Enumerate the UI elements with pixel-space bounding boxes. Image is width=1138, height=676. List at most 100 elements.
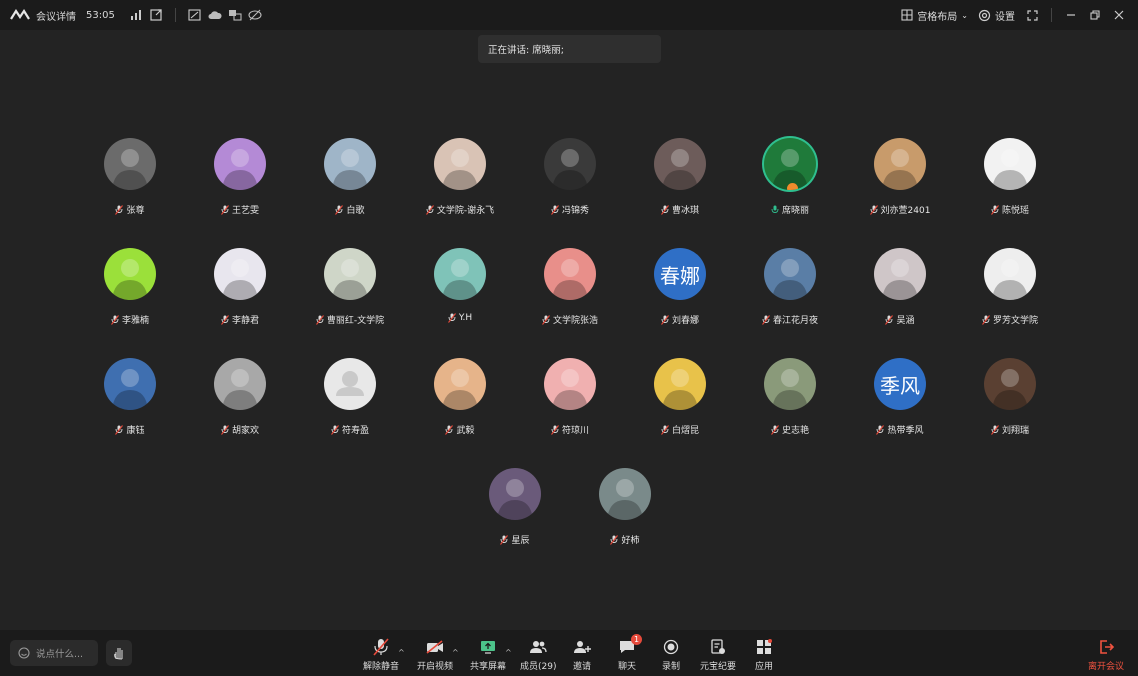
mic-muted-icon [551, 204, 559, 215]
avatar [434, 358, 486, 410]
participant-tile[interactable]: 白熠昆 [625, 358, 735, 448]
record-button[interactable]: 录制 [662, 638, 680, 672]
participant-name: 星辰 [511, 536, 530, 546]
participant-tile[interactable]: 刘亦萱2401 [845, 138, 955, 228]
avatar [599, 468, 651, 520]
participant-tile[interactable]: 白歌 [295, 138, 405, 228]
avatar [489, 468, 541, 520]
participant-name-line: 冯锦秀 [551, 203, 589, 216]
participant-tile[interactable]: 李静君 [185, 248, 295, 338]
avatar-photo-icon [607, 479, 643, 520]
avatar [984, 248, 1036, 300]
avatar-photo-icon [442, 369, 478, 410]
bottom-toolbar: 说点什么... 解除静音 ^ 开启视频 ^ 共享屏幕 ^ 成员(29) 邀请 1… [0, 630, 1138, 676]
avatar [104, 248, 156, 300]
unmute-button[interactable]: 解除静音 [363, 638, 399, 672]
participant-name-line: 热带季风 [876, 423, 924, 436]
participant-name-line: 武毅 [445, 423, 475, 436]
mic-muted-icon [315, 314, 324, 325]
leave-icon [1100, 640, 1114, 654]
participant-tile[interactable]: 冯锦秀 [515, 138, 625, 228]
avatar: 季风 [874, 358, 926, 410]
participant-tile[interactable]: 胡家欢 [185, 358, 295, 448]
mic-muted-icon [447, 313, 456, 323]
start-video-button[interactable]: 开启视频 [417, 638, 453, 672]
apps-button[interactable]: 应用 [755, 638, 773, 672]
host-badge-icon [787, 183, 798, 190]
mic-muted-icon [425, 204, 434, 215]
participant-tile[interactable]: 陈悦瑶 [955, 138, 1065, 228]
participant-tile[interactable]: 曹丽红-文学院 [295, 248, 405, 338]
avatar-photo-icon [552, 259, 588, 300]
avatar-photo-icon [882, 259, 918, 300]
participant-tile[interactable]: 武毅 [405, 358, 515, 448]
participant-name: 吴涵 [896, 316, 915, 326]
mic-muted-icon [111, 314, 119, 325]
participant-tile[interactable]: 符寿盈 [295, 358, 405, 448]
participant-name: 刘亦萱2401 [880, 206, 931, 216]
participant-tile[interactable]: 春娜 刘春娜 [625, 248, 735, 338]
avatar [764, 358, 816, 410]
participant-tile[interactable]: 星辰 [460, 468, 570, 558]
participant-name: 符琼川 [561, 426, 589, 436]
participant-tile[interactable]: 好柿 [570, 468, 680, 558]
participant-name: 文学院张浩 [552, 316, 598, 326]
avatar-photo-icon [222, 369, 258, 410]
participant-tile[interactable]: 王艺雯 [185, 138, 295, 228]
yuanbao-summary-label: 元宝纪要 [700, 662, 737, 672]
participant-name: 席晓丽 [781, 206, 809, 216]
yuanbao-summary-button[interactable]: 元宝纪要 [700, 638, 736, 672]
participant-name-line: 刘翔瑞 [991, 423, 1029, 436]
avatar [324, 358, 376, 410]
record-label: 录制 [662, 662, 681, 672]
participant-tile[interactable]: 春江花月夜 [735, 248, 845, 338]
apps-label: 应用 [755, 662, 774, 672]
unmute-options-chevron-icon[interactable]: ^ [398, 648, 405, 657]
share-screen-button[interactable]: 共享屏幕 [470, 638, 506, 672]
participant-tile[interactable]: 康钰 [75, 358, 185, 448]
participant-tile[interactable]: 史志艳 [735, 358, 845, 448]
participant-name: 冯锦秀 [561, 206, 589, 216]
avatar [434, 248, 486, 300]
participant-tile[interactable]: 李雅楠 [75, 248, 185, 338]
participant-tile[interactable]: 罗芳文学院 [955, 248, 1065, 338]
avatar-photo-icon [222, 259, 258, 300]
participant-tile[interactable]: 席晓丽 [735, 138, 845, 228]
chat-button[interactable]: 1 聊天 [618, 634, 642, 672]
participant-tile[interactable]: 符琼川 [515, 358, 625, 448]
raise-hand-button[interactable] [106, 640, 132, 666]
leave-meeting-button[interactable]: 离开会议 [1088, 638, 1124, 672]
participant-tile[interactable]: 季风 热带季风 [845, 358, 955, 448]
chat-quick-placeholder: 说点什么... [36, 649, 84, 660]
share-options-chevron-icon[interactable]: ^ [505, 648, 512, 657]
chat-unread-badge: 1 [631, 634, 642, 645]
mic-muted-icon [551, 424, 559, 435]
participant-name: 陈悦瑶 [1001, 206, 1029, 216]
mic-muted-icon [221, 314, 229, 325]
participant-name: 张尊 [126, 206, 145, 216]
participant-tile[interactable]: 文学院张浩 [515, 248, 625, 338]
participant-name: 白熠昆 [671, 426, 699, 436]
participant-tile[interactable]: 文学院-谢永飞 [405, 138, 515, 228]
participant-tile[interactable]: 刘翔瑞 [955, 358, 1065, 448]
participant-tile[interactable]: 张尊 [75, 138, 185, 228]
invite-button[interactable]: 邀请 [573, 638, 591, 672]
participant-tile[interactable]: 曹冰琪 [625, 138, 735, 228]
participant-name: 史志艳 [781, 426, 809, 436]
unmute-label: 解除静音 [363, 662, 400, 672]
avatar [874, 138, 926, 190]
share-screen-label: 共享屏幕 [470, 662, 507, 672]
mic-muted-icon [991, 424, 999, 435]
participant-name: 符寿盈 [341, 426, 369, 436]
avatar-photo-icon [332, 149, 368, 190]
participant-name: 好柿 [621, 536, 640, 546]
members-button[interactable]: 成员(29) [520, 638, 556, 672]
participant-tile[interactable]: Y.H [405, 248, 515, 338]
avatar [544, 358, 596, 410]
participant-tile[interactable]: 吴涵 [845, 248, 955, 338]
participant-name-line: 史志艳 [771, 423, 809, 436]
chat-quick-input[interactable]: 说点什么... [10, 640, 98, 666]
participant-name: 胡家欢 [231, 426, 259, 436]
video-options-chevron-icon[interactable]: ^ [452, 648, 459, 657]
leave-meeting-label: 离开会议 [1087, 662, 1124, 672]
